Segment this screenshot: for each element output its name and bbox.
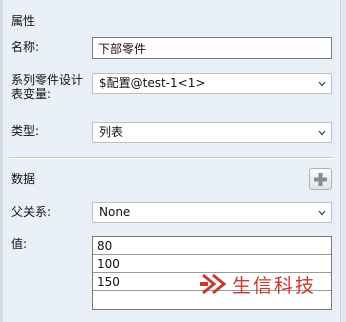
logo-icon [200,273,227,295]
variable-dropdown-value: $配置@test-1<1> [99,76,206,90]
values-label: 值: [11,237,28,251]
type-dropdown[interactable]: 列表 [92,122,332,143]
value-cell[interactable]: 80 [93,237,331,255]
parent-dropdown[interactable]: None [92,202,332,223]
variable-label-line2: 表变量: [11,87,52,101]
chevron-down-icon [317,123,327,142]
property-panel: 属性 名称: 系列零件设计 表变量: $配置@test-1<1> 类型: 列表 … [0,0,346,322]
variable-label: 系列零件设计 表变量: [11,73,83,101]
chevron-down-icon [317,74,327,93]
name-field[interactable] [92,37,332,59]
name-label: 名称: [11,40,40,54]
properties-section-title: 属性 [11,14,36,28]
scrollbar[interactable] [340,0,346,322]
panel-edge [0,0,3,322]
variable-label-line1: 系列零件设计 [11,73,84,87]
add-value-button[interactable] [309,168,332,190]
section-divider-highlight [9,158,333,159]
add-icon [314,172,327,186]
type-label: 类型: [11,124,40,138]
parent-label: 父关系: [11,205,52,219]
chevron-down-icon [317,203,327,222]
watermark-text: 生信科技 [232,274,317,297]
data-section-title: 数据 [11,172,36,186]
type-dropdown-value: 列表 [99,125,124,139]
variable-dropdown[interactable]: $配置@test-1<1> [92,73,332,94]
parent-dropdown-value: None [99,205,131,219]
watermark: 生信科技 [200,271,330,297]
